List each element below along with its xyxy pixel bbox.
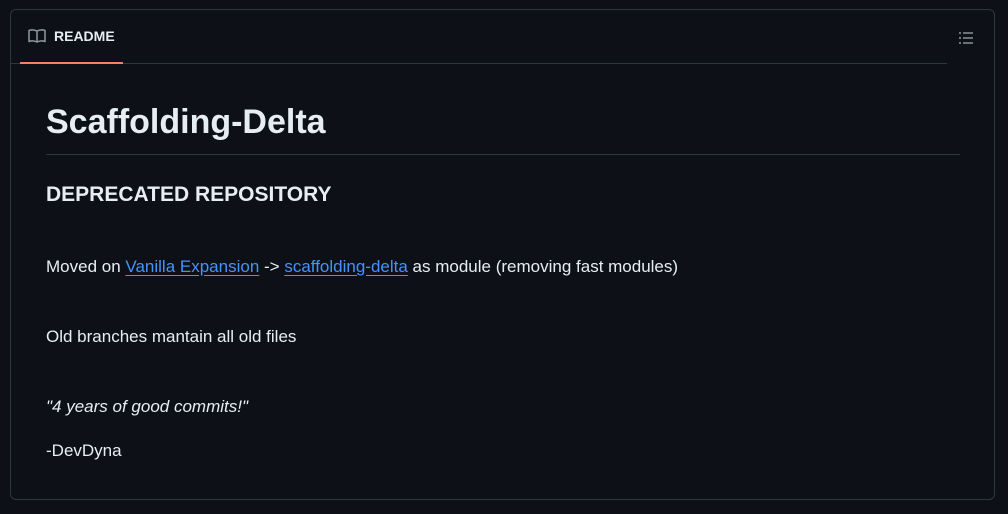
- readme-content: Scaffolding-Delta DEPRECATED REPOSITORY …: [46, 74, 960, 463]
- book-icon: [28, 28, 46, 44]
- outline-button[interactable]: [956, 28, 976, 48]
- quote-text: "4 years of good commits!": [46, 397, 248, 416]
- vanilla-expansion-link[interactable]: Vanilla Expansion: [125, 257, 259, 276]
- readme-header: README: [11, 10, 947, 64]
- moved-prefix: Moved on: [46, 257, 126, 276]
- deprecated-heading: DEPRECATED REPOSITORY: [46, 183, 332, 206]
- tab-readme-label: README: [54, 28, 115, 44]
- scaffolding-delta-link[interactable]: scaffolding-delta: [284, 257, 408, 276]
- moved-suffix: as module (removing fast modules): [407, 257, 679, 276]
- arrow-text: ->: [259, 257, 285, 276]
- signature-text: -DevDyna: [46, 441, 122, 460]
- list-unordered-icon: [958, 30, 974, 46]
- readme-container: README Scaffolding-Delta DEPRECATED REPO…: [10, 9, 995, 500]
- page-title: Scaffolding-Delta: [46, 74, 960, 155]
- old-branches-text: Old branches mantain all old files: [46, 327, 297, 346]
- moved-paragraph: Moved on Vanilla Expansion -> scaffoldin…: [46, 255, 960, 279]
- tab-readme[interactable]: README: [20, 10, 123, 64]
